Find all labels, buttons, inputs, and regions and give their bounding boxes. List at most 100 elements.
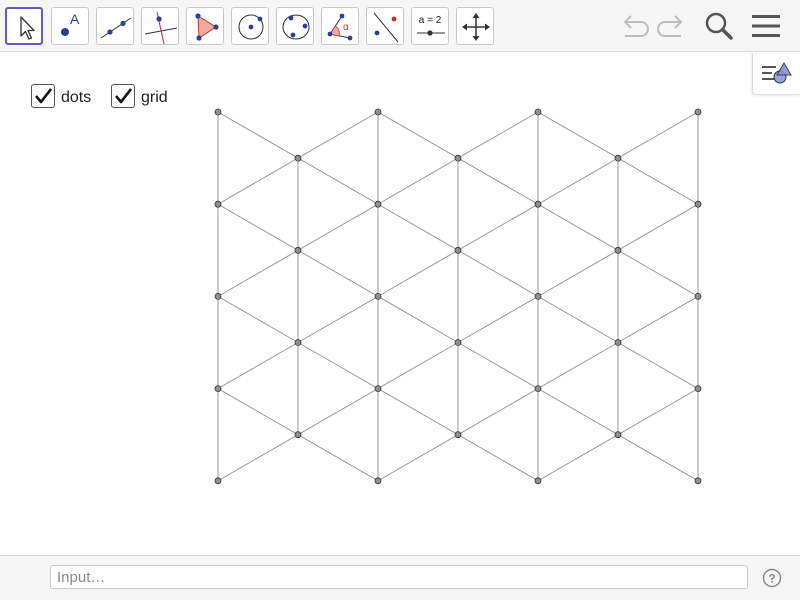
- move-graphics-view-tool-button[interactable]: [456, 7, 494, 45]
- grid-line: [457, 157, 539, 205]
- undo-button[interactable]: [617, 8, 653, 44]
- grid-dot[interactable]: [374, 200, 382, 208]
- grid-line: [617, 157, 699, 205]
- grid-dot[interactable]: [614, 431, 622, 439]
- angle-tool-button[interactable]: α: [321, 7, 359, 45]
- grid-line: [377, 388, 459, 436]
- circle-three-points-tool-button[interactable]: [276, 7, 314, 45]
- grid-dot[interactable]: [614, 339, 622, 346]
- grid-line: [297, 111, 379, 159]
- grid-dot[interactable]: [694, 477, 702, 485]
- grid-dot[interactable]: [534, 292, 542, 300]
- triangular-grid-lines: [217, 111, 699, 482]
- grid-dot[interactable]: [694, 385, 702, 393]
- grid-line: [457, 249, 539, 297]
- point-tool-label: A: [70, 11, 80, 27]
- grid-dot[interactable]: [214, 385, 222, 393]
- redo-button[interactable]: [653, 8, 689, 44]
- grid-line: [297, 342, 379, 390]
- angle-icon: [327, 13, 353, 41]
- input-bar[interactable]: [50, 565, 748, 589]
- move-tool-button[interactable]: [5, 7, 43, 45]
- grid-line: [217, 434, 299, 482]
- grid-line: [537, 388, 619, 436]
- grid-dot[interactable]: [454, 246, 462, 254]
- slider-tool-button[interactable]: a = 2: [411, 7, 449, 45]
- perpendicular-line-tool-button[interactable]: [141, 7, 179, 45]
- grid-line: [537, 295, 619, 343]
- grid-dot[interactable]: [694, 108, 702, 116]
- grid-dot[interactable]: [534, 477, 542, 485]
- undo-icon: [623, 15, 649, 37]
- grid-line: [297, 157, 379, 205]
- grid-line: [457, 342, 539, 390]
- grid-line: [297, 434, 379, 482]
- grid-line: [537, 249, 619, 297]
- grid-line: [377, 157, 459, 205]
- grid-line: [457, 388, 539, 436]
- grid-dot[interactable]: [214, 292, 222, 300]
- grid-dot[interactable]: [534, 200, 542, 208]
- polygon-icon: [195, 13, 219, 41]
- toolbar: A α a = 2: [0, 0, 800, 52]
- grid-line: [457, 203, 539, 251]
- grid-dot[interactable]: [374, 385, 382, 393]
- grid-dot[interactable]: [454, 431, 462, 439]
- grid-line: [217, 157, 299, 205]
- grid-dot[interactable]: [214, 108, 222, 116]
- grid-line: [217, 388, 299, 436]
- search-button[interactable]: [701, 8, 737, 44]
- reflect-about-line-tool-button[interactable]: [366, 7, 404, 45]
- grid-dot[interactable]: [294, 154, 302, 162]
- graphics-view[interactable]: [0, 53, 800, 553]
- grid-line: [457, 434, 539, 482]
- grid-line: [617, 434, 699, 482]
- help-icon[interactable]: ?: [762, 568, 782, 588]
- main-menu-button[interactable]: [748, 8, 784, 44]
- angle-tool-label: α: [343, 22, 349, 33]
- grid-dot[interactable]: [374, 292, 382, 300]
- circle-center-point-tool-button[interactable]: [231, 7, 269, 45]
- grid-line: [297, 388, 379, 436]
- grid-line: [537, 434, 619, 482]
- grid-dot[interactable]: [374, 108, 382, 116]
- grid-line: [217, 203, 299, 251]
- grid-line: [377, 111, 459, 159]
- line-tool-button[interactable]: [96, 7, 134, 45]
- grid-dot[interactable]: [294, 339, 302, 346]
- grid-line: [377, 203, 459, 251]
- grid-dot[interactable]: [534, 385, 542, 393]
- grid-line: [377, 434, 459, 482]
- grid-dot[interactable]: [214, 200, 222, 208]
- grid-dot[interactable]: [534, 108, 542, 116]
- line-through-points-icon: [100, 17, 132, 39]
- grid-line: [297, 249, 379, 297]
- grid-dot[interactable]: [614, 246, 622, 254]
- grid-line: [617, 295, 699, 343]
- grid-line: [537, 203, 619, 251]
- grid-line: [217, 111, 299, 159]
- grid-line: [377, 249, 459, 297]
- grid-dot[interactable]: [694, 200, 702, 208]
- grid-line: [617, 388, 699, 436]
- grid-dot[interactable]: [614, 154, 622, 162]
- grid-dot[interactable]: [374, 477, 382, 485]
- circle-three-points-icon: [282, 14, 310, 40]
- svg-text:?: ?: [768, 572, 775, 586]
- grid-line: [617, 203, 699, 251]
- grid-line: [217, 295, 299, 343]
- point-tool-button[interactable]: A: [51, 7, 89, 45]
- grid-line: [457, 111, 539, 159]
- search-icon: [705, 12, 733, 40]
- grid-line: [617, 111, 699, 159]
- grid-dot[interactable]: [454, 154, 462, 162]
- grid-dot[interactable]: [214, 477, 222, 485]
- grid-line: [457, 295, 539, 343]
- grid-dot[interactable]: [694, 292, 702, 300]
- grid-dot[interactable]: [294, 431, 302, 439]
- grid-line: [537, 342, 619, 390]
- grid-dot[interactable]: [294, 246, 302, 254]
- grid-line: [377, 295, 459, 343]
- grid-dot[interactable]: [454, 339, 462, 346]
- polygon-tool-button[interactable]: [186, 7, 224, 45]
